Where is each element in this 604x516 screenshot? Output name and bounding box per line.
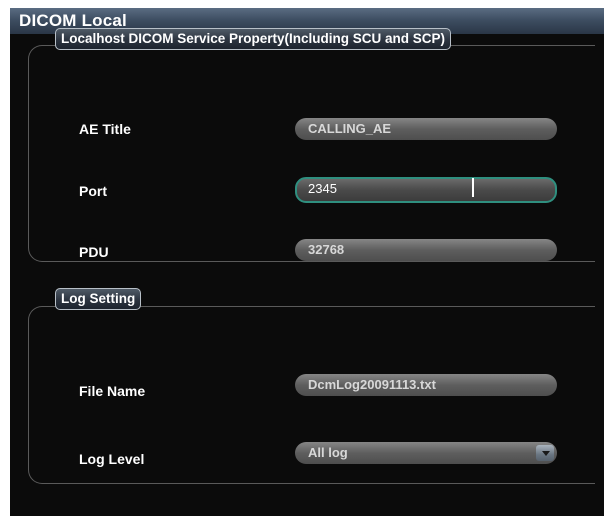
file-name-value: DcmLog20091113.txt — [308, 377, 436, 392]
log-level-select[interactable]: All log — [295, 442, 557, 464]
port-value: 2345 — [308, 181, 337, 196]
chevron-down-icon[interactable] — [536, 445, 554, 461]
log-level-label: Log Level — [79, 451, 145, 467]
text-caret — [472, 178, 474, 197]
port-label: Port — [79, 183, 107, 199]
service-property-group — [28, 45, 595, 262]
service-property-legend: Localhost DICOM Service Property(Includi… — [55, 28, 452, 50]
ae-title-value: CALLING_AE — [308, 121, 392, 136]
pdu-value: 32768 — [308, 242, 345, 257]
port-field[interactable]: 2345 — [295, 177, 557, 203]
file-name-label: File Name — [79, 383, 146, 399]
pdu-field[interactable]: 32768 — [295, 239, 557, 261]
pdu-label: PDU — [79, 244, 109, 260]
log-setting-legend: Log Setting — [55, 288, 142, 310]
log-level-value: All log — [308, 445, 348, 460]
file-name-field[interactable]: DcmLog20091113.txt — [295, 374, 557, 396]
ae-title-label: AE Title — [79, 121, 131, 137]
ae-title-field[interactable]: CALLING_AE — [295, 118, 557, 140]
